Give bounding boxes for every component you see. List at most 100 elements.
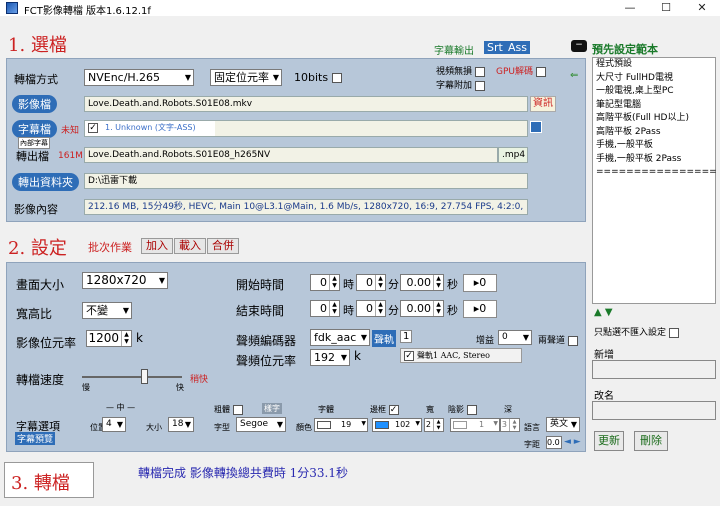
rename-preset-input[interactable] — [592, 401, 716, 420]
subtitle-edit-icon[interactable] — [530, 121, 542, 133]
preset-item[interactable]: 高階平板(Full HD以上) — [593, 112, 715, 126]
output-folder-button[interactable]: 轉出資料夾 — [12, 173, 79, 191]
delete-preset-button[interactable]: 刪除 — [634, 431, 668, 451]
update-preset-button[interactable]: 更新 — [594, 431, 624, 451]
chevron-down-icon: ▼ — [116, 420, 123, 429]
bold-checkbox[interactable] — [232, 404, 243, 415]
end-reset-button[interactable]: ▸0 — [463, 300, 497, 318]
font-value: Segoe — [240, 419, 269, 429]
subtitle-track-checkbox[interactable]: ✓ — [88, 123, 98, 133]
end-sec-spinner[interactable]: 0.00 ▲ ▼ — [400, 300, 444, 317]
audio-track-button[interactable]: 聲軌 — [372, 330, 396, 347]
spinner-arrows-icon[interactable]: ▲ ▼ — [121, 331, 131, 346]
subtitle-list[interactable]: ✓ 1. Unknown (文字-ASS) — [84, 120, 528, 137]
spinner-arrows-icon[interactable]: ▲ ▼ — [375, 275, 385, 290]
batch-load-button[interactable]: 載入 — [174, 238, 206, 254]
close-button[interactable]: ✕ — [684, 0, 720, 16]
batch-add-button[interactable]: 加入 — [141, 238, 173, 254]
gain-select[interactable]: 0 ▼ — [498, 330, 532, 345]
start-sec-spinner[interactable]: 0.00 ▲ ▼ — [400, 274, 444, 291]
audio-track-list[interactable]: ✓ 聲軌1 AAC, Stereo — [400, 348, 522, 363]
convert-button[interactable]: 3. 轉檔 — [4, 462, 94, 498]
no-import-checkbox[interactable] — [668, 327, 679, 338]
batch-merge-button[interactable]: 合併 — [207, 238, 239, 254]
output-file-field[interactable]: Love.Death.and.Robots.S01E08_h265NV — [84, 147, 498, 163]
aspect-select[interactable]: 不變 ▼ — [82, 302, 132, 319]
lang-select[interactable]: 英文 ▼ — [546, 417, 580, 432]
encoder-value: NVEnc/H.265 — [88, 71, 160, 84]
sample-text-button[interactable]: 樣字 — [262, 403, 282, 414]
rate-mode-select[interactable]: 固定位元率 ▼ — [210, 69, 282, 86]
shadow-checkbox[interactable] — [466, 404, 477, 415]
ass-button[interactable]: Ass — [505, 41, 530, 54]
subtitle-attach-checkbox[interactable] — [474, 80, 485, 91]
audio-codec-select[interactable]: fdk_aac ▼ — [310, 329, 370, 346]
new-preset-input[interactable] — [592, 360, 716, 379]
sub-preview-button[interactable]: 字幕預覽 — [15, 432, 56, 445]
font-color-swatch — [317, 421, 331, 429]
shadow-color-select[interactable]: 1 ▼ — [450, 418, 500, 432]
spinner-arrows-icon[interactable]: ▲ ▼ — [329, 275, 339, 290]
preset-item[interactable]: 大尺寸 FullHD電視 — [593, 72, 715, 86]
spinner-arrows-icon[interactable]: ▲ ▼ — [433, 301, 443, 316]
preset-item[interactable]: 高階平板 2Pass — [593, 126, 715, 140]
maximize-button[interactable]: ☐ — [648, 0, 684, 16]
seamless-checkbox[interactable] — [474, 66, 485, 77]
audio-bitrate-select[interactable]: 192 ▼ — [310, 349, 350, 366]
width-spinner[interactable]: 2 ▲ ▼ — [424, 418, 444, 432]
start-min-spinner[interactable]: 0 ▲ ▼ — [356, 274, 386, 291]
border-checkbox[interactable]: ✓ — [388, 404, 399, 415]
preset-item[interactable]: 一般電視,桌上型PC — [593, 85, 715, 99]
minimize-button[interactable]: — — [612, 0, 648, 16]
start-hour-spinner[interactable]: 0 ▲ ▼ — [310, 274, 340, 291]
gpu-decode-checkbox[interactable] — [535, 66, 546, 77]
position-value: 4 — [106, 419, 112, 429]
output-ext-field[interactable]: .mp4 — [498, 147, 528, 163]
status-text: 轉檔完成 影像轉換總共費時 1分33.1秒 — [138, 466, 348, 480]
chevron-down-icon: ▼ — [361, 420, 366, 427]
font-color-select[interactable]: 19 ▼ — [314, 418, 368, 432]
preset-item[interactable]: 筆記型電腦 — [593, 99, 715, 113]
font-select[interactable]: Segoe ▼ — [236, 417, 286, 432]
depth-spinner[interactable]: 3 ▲ ▼ — [500, 418, 520, 432]
speed-slider-track[interactable] — [82, 376, 182, 378]
srt-button[interactable]: Srt — [484, 41, 506, 54]
start-reset-button[interactable]: ▸0 — [463, 274, 497, 292]
position-select[interactable]: 4 ▼ — [102, 417, 126, 432]
move-arrows-icon[interactable]: ▲ ▼ — [594, 307, 613, 318]
end-hour-spinner[interactable]: 0 ▲ ▼ — [310, 300, 340, 317]
output-folder-field[interactable]: D:\迅雷下載 — [84, 173, 528, 189]
border-color-select[interactable]: 102 ▼ — [372, 418, 422, 432]
preset-item[interactable]: 手機,一般平板 — [593, 139, 715, 153]
font-size-select[interactable]: 18 ▼ — [168, 417, 194, 432]
size-select[interactable]: 1280x720 ▼ — [82, 272, 168, 289]
spacing-arrows-icon[interactable]: ◄ ► — [564, 437, 581, 447]
preset-list[interactable]: 程式預設 大尺寸 FullHD電視 一般電視,桌上型PC 筆記型電腦 高階平板(… — [592, 57, 717, 304]
minus-icon[interactable]: − — [571, 40, 587, 52]
video-file-button[interactable]: 影像檔 — [12, 95, 57, 113]
subtitle-track-item[interactable]: ✓ 1. Unknown (文字-ASS) — [85, 121, 215, 136]
bitrate-spinner[interactable]: 1200 ▲ ▼ — [86, 330, 132, 347]
preset-item[interactable]: 程式預設 — [593, 58, 715, 72]
encoder-select[interactable]: NVEnc/H.265 ▼ — [84, 69, 194, 86]
speed-slider-thumb[interactable] — [141, 369, 148, 384]
border-text: 邊框 — [370, 405, 386, 414]
spinner-arrows-icon[interactable]: ▲ ▼ — [375, 301, 385, 316]
audio-track-checkbox[interactable]: ✓ — [404, 351, 414, 361]
arrow-left-icon[interactable]: ⇐ — [570, 70, 578, 81]
spinner-arrows-icon[interactable]: ▲ ▼ — [509, 419, 519, 431]
spacing-field[interactable]: 0.0 — [546, 436, 562, 449]
subtitle-file-button[interactable]: 字幕檔 — [12, 120, 57, 138]
spinner-arrows-icon[interactable]: ▲ ▼ — [329, 301, 339, 316]
audio-track-number[interactable]: 1 — [400, 330, 413, 343]
preset-item[interactable]: 手機,一般平板 2Pass — [593, 153, 715, 167]
chevron-down-icon: ▼ — [122, 306, 129, 315]
end-min-spinner[interactable]: 0 ▲ ▼ — [356, 300, 386, 317]
spinner-arrows-icon[interactable]: ▲ ▼ — [433, 275, 443, 290]
dual-channel-checkbox[interactable] — [567, 335, 578, 346]
bit10-checkbox[interactable] — [331, 73, 342, 83]
info-button[interactable]: 資訊 — [530, 96, 556, 112]
video-file-field[interactable]: Love.Death.and.Robots.S01E08.mkv — [84, 96, 528, 112]
gpu-decode-text: GPU解碼 — [496, 67, 533, 77]
spinner-arrows-icon[interactable]: ▲ ▼ — [433, 419, 443, 431]
